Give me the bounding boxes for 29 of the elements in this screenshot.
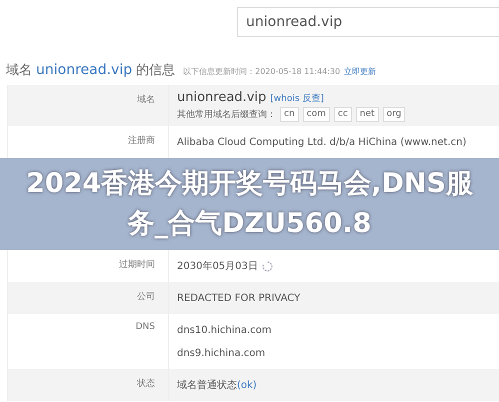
update-link[interactable]: 立即更新 bbox=[344, 66, 376, 77]
field-value: Alibaba Cloud Computing Ltd. d/b/a HiChina (www.net.cn) bbox=[177, 136, 466, 150]
suffix-link[interactable]: net bbox=[356, 107, 379, 122]
suffix-link[interactable]: cc bbox=[334, 107, 352, 122]
search-field[interactable]: unionread.vip bbox=[237, 7, 499, 37]
suffix-link[interactable]: org bbox=[382, 107, 406, 122]
field-label: 公司 bbox=[137, 290, 155, 303]
heading-label: 域名 bbox=[6, 62, 32, 79]
field-label: 注册商 bbox=[128, 134, 155, 147]
suffix-label: 其他常用域名后缀查询： bbox=[177, 108, 276, 121]
heading-suffix: 的信息 bbox=[136, 62, 176, 79]
field-label: 域名 bbox=[137, 94, 155, 106]
domain-value: unionread.vip bbox=[177, 90, 266, 105]
whois-link[interactable]: [whois 反查] bbox=[270, 92, 324, 105]
field-value: dns9.hichina.com bbox=[177, 347, 266, 361]
field-label: 状态 bbox=[137, 378, 155, 390]
field-label: 过期时间 bbox=[119, 258, 155, 271]
status-value: 域名普通状态 bbox=[177, 380, 237, 391]
field-value: 2030年05月03日 bbox=[177, 260, 258, 274]
field-value: REDACTED FOR PRIVACY bbox=[177, 292, 300, 306]
field-label: DNS bbox=[136, 322, 155, 332]
suffix-link[interactable]: com bbox=[302, 107, 330, 122]
update-note: 以下信息更新时间：2020-05-18 11:44:30 bbox=[183, 66, 340, 77]
title-banner: 2024香港今期开奖号码马会,DNS服务_合气DZU560.8 bbox=[0, 158, 499, 250]
domain-title: unionread.vip bbox=[36, 62, 132, 78]
refresh-icon[interactable] bbox=[262, 261, 273, 272]
status-link[interactable]: (ok) bbox=[237, 380, 257, 391]
field-value: dns10.hichina.com bbox=[177, 324, 272, 338]
suffix-link[interactable]: cn bbox=[280, 107, 299, 122]
